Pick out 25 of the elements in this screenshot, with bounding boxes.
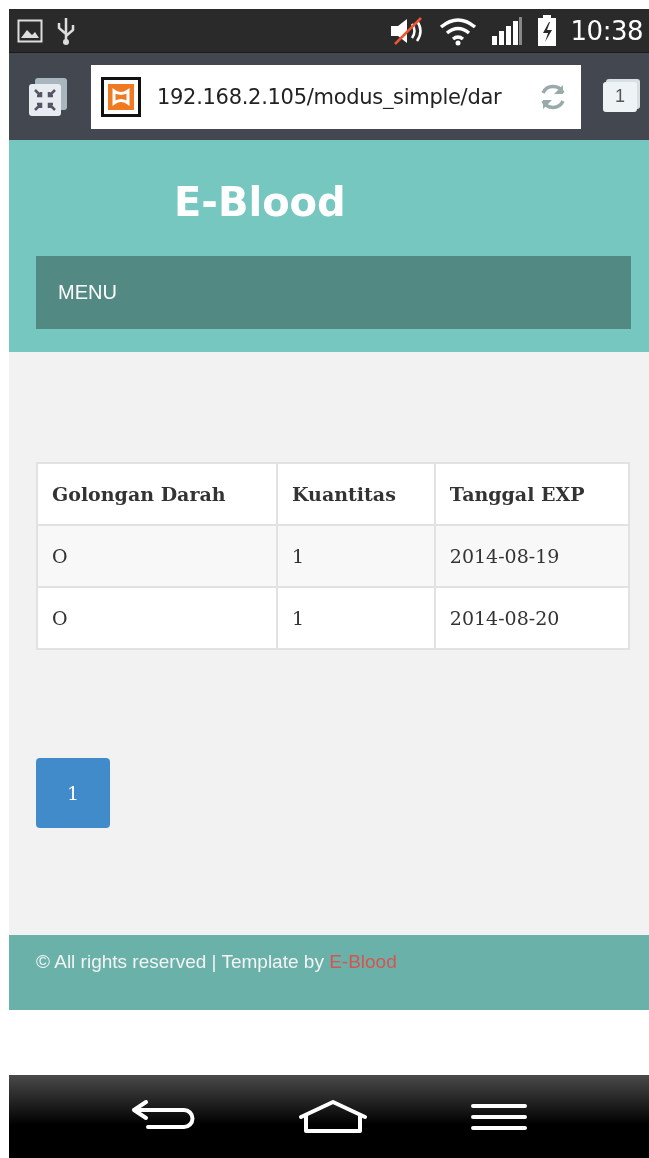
image-icon: [17, 18, 43, 43]
home-icon[interactable]: [298, 1099, 368, 1134]
menu-bar[interactable]: MENU: [36, 256, 631, 329]
page-button[interactable]: 1: [36, 758, 110, 828]
table-cell: 2014-08-19: [434, 525, 629, 587]
table-cell: O: [37, 587, 277, 649]
column-header: Golongan Darah: [37, 463, 277, 525]
battery-charging-icon: [536, 14, 557, 47]
tab-count-button[interactable]: 1: [603, 81, 637, 112]
muted-speaker-icon: [388, 15, 425, 46]
wifi-icon: [438, 15, 477, 46]
menu-icon[interactable]: [470, 1101, 528, 1132]
table-cell: 1: [277, 587, 435, 649]
clock-time: 10:38: [570, 15, 643, 46]
usb-icon: [57, 15, 75, 46]
site-title: E-Blood: [174, 178, 347, 226]
signal-icon: [490, 15, 523, 46]
url-field[interactable]: 192.168.2.105/modus_simple/dar: [91, 64, 581, 129]
table-cell: 1: [277, 525, 435, 587]
url-text: 192.168.2.105/modus_simple/dar: [157, 84, 503, 109]
table-cell: 2014-08-20: [434, 587, 629, 649]
table-cell: O: [37, 525, 277, 587]
server-logo-icon: [101, 76, 141, 117]
exit-fullscreen-icon[interactable]: [27, 75, 69, 118]
copyright-text: © All rights reserved | Template by E-Blood: [36, 951, 397, 972]
